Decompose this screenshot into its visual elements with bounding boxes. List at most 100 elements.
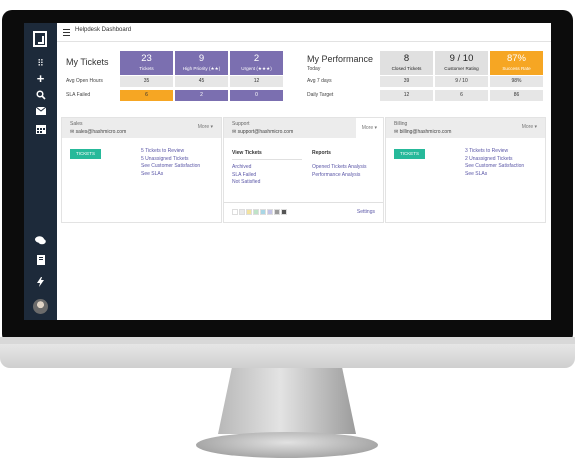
sales-title: Sales	[70, 121, 83, 127]
hamburger-menu-icon[interactable]	[63, 29, 70, 36]
sales-tickets-to-review-link[interactable]: 5 Tickets to Review	[141, 148, 200, 156]
divider	[232, 159, 302, 160]
settings-link[interactable]: Settings	[357, 209, 375, 217]
high-priority-sla-failed[interactable]: 2	[175, 90, 228, 101]
chat-icon[interactable]	[24, 236, 57, 249]
my-tickets-title: My Tickets	[66, 57, 109, 67]
book-icon[interactable]	[24, 255, 57, 269]
billing-unassigned-tickets-link[interactable]: 2 Unassigned Tickets	[465, 156, 524, 164]
high-priority-card[interactable]: 9 High Priority (★★)	[175, 51, 228, 75]
billing-links: 3 Tickets to Review 2 Unassigned Tickets…	[465, 148, 524, 178]
customer-rating-card[interactable]: 9 / 10 Customer Rating	[435, 51, 488, 75]
color-swatch[interactable]	[274, 209, 280, 215]
color-swatch[interactable]	[260, 209, 266, 215]
monitor-stand-neck	[218, 368, 356, 434]
avg-7-days-label: Avg 7 days	[307, 78, 332, 84]
closed-tickets-daily-target: 12	[380, 90, 433, 101]
support-panel-header: Support ✉ support@hashmicro.com More ▾	[224, 118, 383, 138]
my-performance-title: My Performance	[307, 54, 374, 64]
tickets-count: 23	[141, 53, 152, 64]
support-email-text: support@hashmicro.com	[237, 129, 294, 135]
support-report-links: Opened Tickets Analysis Performance Anal…	[312, 164, 366, 179]
avatar[interactable]	[33, 299, 48, 314]
not-satisfied-link[interactable]: Not Satisfied	[232, 179, 260, 187]
color-swatch[interactable]	[232, 209, 238, 215]
sla-failed-link[interactable]: SLA Failed	[232, 172, 260, 180]
sales-more-button[interactable]: More ▾	[198, 124, 213, 130]
my-performance-subtitle: Today	[307, 66, 321, 72]
opened-tickets-analysis-link[interactable]: Opened Tickets Analysis	[312, 164, 366, 172]
billing-email-text: billing@hashmicro.com	[399, 129, 452, 135]
daily-target-label: Daily Target	[307, 92, 334, 98]
color-swatch[interactable]	[253, 209, 259, 215]
screen: ⠿ + Helpdesk Dashboard My Tickets Avg Op…	[24, 23, 551, 320]
urgent-card[interactable]: 2 Urgent (★★★)	[230, 51, 283, 75]
bolt-icon[interactable]	[24, 277, 57, 291]
billing-slas-link[interactable]: See SLAs	[465, 171, 524, 179]
high-priority-label: High Priority (★★)	[182, 66, 221, 71]
billing-panel-header: Billing ✉ billing@hashmicro.com More ▾	[386, 118, 545, 138]
color-swatch[interactable]	[267, 209, 273, 215]
closed-tickets-count: 8	[403, 53, 410, 64]
archived-link[interactable]: Archived	[232, 164, 260, 172]
avg-open-hours-label: Avg Open Hours	[66, 78, 103, 84]
customer-rating-label: Customer Rating	[444, 66, 479, 71]
search-icon[interactable]	[24, 90, 57, 104]
color-swatch[interactable]	[246, 209, 252, 215]
top-bar: Helpdesk Dashboard	[57, 23, 551, 42]
success-rate-daily-target: 86	[490, 90, 543, 101]
sales-email-text: sales@hashmicro.com	[75, 129, 127, 135]
reports-heading: Reports	[312, 150, 331, 156]
grid-icon[interactable]: ⠿	[24, 57, 57, 69]
page-title: Helpdesk Dashboard	[75, 27, 132, 33]
closed-tickets-card[interactable]: 8 Closed Tickets	[380, 51, 433, 75]
performance-analysis-link[interactable]: Performance Analysis	[312, 172, 366, 180]
urgent-avg-open-hours: 12	[230, 76, 283, 87]
color-swatch[interactable]	[239, 209, 245, 215]
success-rate-card[interactable]: 87% Success Rate	[490, 51, 543, 75]
customer-rating-avg-7-days: 9 / 10	[435, 76, 488, 87]
billing-panel: Billing ✉ billing@hashmicro.com More ▾ T…	[385, 117, 546, 223]
monitor-chin	[0, 344, 575, 368]
app-logo[interactable]	[33, 31, 47, 47]
color-picker[interactable]	[232, 209, 288, 215]
billing-tickets-to-review-link[interactable]: 3 Tickets to Review	[465, 148, 524, 156]
calendar-icon[interactable]	[24, 124, 57, 138]
sla-failed-label: SLA Failed	[66, 92, 91, 98]
closed-tickets-avg-7-days: 39	[380, 76, 433, 87]
plus-icon[interactable]: +	[24, 72, 57, 85]
sales-panel: Sales ✉ sales@hashmicro.com More ▾ TICKE…	[61, 117, 222, 223]
divider	[224, 202, 383, 203]
billing-tickets-button[interactable]: TICKETS	[394, 149, 425, 159]
sales-unassigned-tickets-link[interactable]: 5 Unassigned Tickets	[141, 156, 200, 164]
urgent-count: 2	[253, 53, 260, 64]
support-email: ✉ support@hashmicro.com	[232, 129, 293, 135]
closed-tickets-label: Closed Tickets	[391, 66, 422, 71]
sales-slas-link[interactable]: See SLAs	[141, 171, 200, 179]
urgent-sla-failed[interactable]: 0	[230, 90, 283, 101]
sales-email: ✉ sales@hashmicro.com	[70, 129, 126, 135]
sales-links: 5 Tickets to Review 5 Unassigned Tickets…	[141, 148, 200, 178]
support-title: Support	[232, 121, 250, 127]
color-swatch[interactable]	[281, 209, 287, 215]
sales-customer-satisfaction-link[interactable]: See Customer Satisfaction	[141, 163, 200, 171]
sales-tickets-button[interactable]: TICKETS	[70, 149, 101, 159]
support-view-links: Archived SLA Failed Not Satisfied	[232, 164, 260, 187]
billing-email: ✉ billing@hashmicro.com	[394, 129, 451, 135]
billing-title: Billing	[394, 121, 408, 127]
sales-panel-header: Sales ✉ sales@hashmicro.com More ▾	[62, 118, 221, 138]
urgent-label: Urgent (★★★)	[241, 66, 272, 71]
tickets-sla-failed[interactable]: 6	[120, 90, 173, 101]
tickets-label: Tickets	[139, 66, 154, 71]
support-panel: Support ✉ support@hashmicro.com More ▾ V…	[223, 117, 384, 223]
monitor-stand-base	[196, 432, 378, 458]
success-rate-avg-7-days: 98%	[490, 76, 543, 87]
billing-more-button[interactable]: More ▾	[522, 124, 537, 130]
high-priority-count: 9	[198, 53, 205, 64]
success-rate-label: Success Rate	[502, 66, 531, 71]
billing-customer-satisfaction-link[interactable]: See Customer Satisfaction	[465, 163, 524, 171]
tickets-card[interactable]: 23 Tickets	[120, 51, 173, 75]
support-more-button[interactable]: More ▾	[355, 118, 383, 138]
sidebar: ⠿ +	[24, 23, 57, 320]
envelope-icon[interactable]	[24, 106, 57, 119]
